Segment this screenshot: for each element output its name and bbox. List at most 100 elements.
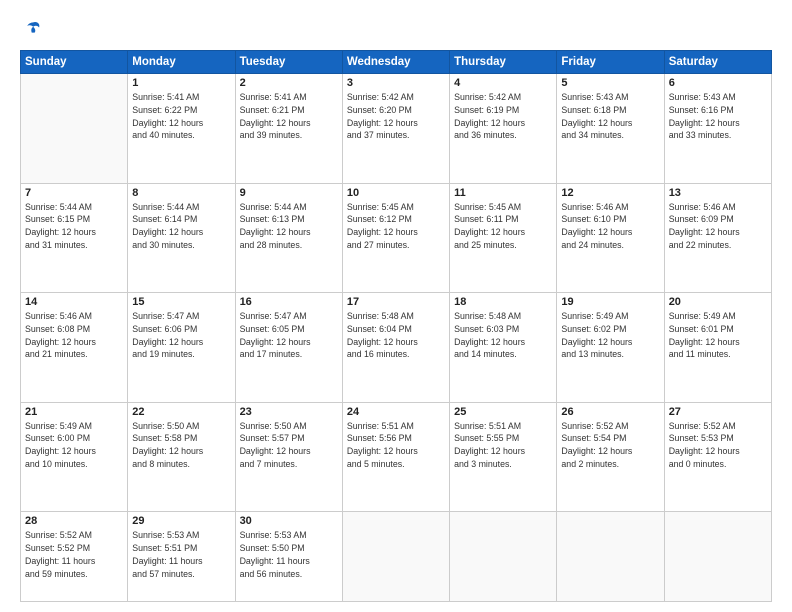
day-number: 13 (669, 187, 767, 199)
calendar-cell: 27 Sunrise: 5:52 AMSunset: 5:53 PMDayligh… (664, 402, 771, 512)
calendar-cell: 4Sunrise: 5:42 AMSunset: 6:19 PMDaylight… (450, 74, 557, 184)
calendar-cell: 14 Sunrise: 5:46 AMSunset: 6:08 PMDayligh… (21, 293, 128, 403)
day-info: Sunrise: 5:52 AMSunset: 5:53 PMDaylight:… (669, 420, 767, 471)
day-info: Sunrise: 5:50 AMSunset: 5:57 PMDaylight:… (240, 420, 338, 471)
day-number: 29 (132, 515, 230, 527)
calendar-cell: 22 Sunrise: 5:50 AMSunset: 5:58 PMDayligh… (128, 402, 235, 512)
day-info: Sunrise: 5:46 AMSunset: 6:08 PMDaylight:… (25, 310, 123, 361)
calendar-cell: 10Sunrise: 5:45 AMSunset: 6:12 PMDayligh… (342, 183, 449, 293)
weekday-header-row: SundayMondayTuesdayWednesdayThursdayFrid… (21, 51, 772, 74)
calendar-cell (342, 512, 449, 602)
day-info: Sunrise: 5:46 AMSunset: 6:10 PMDaylight:… (561, 201, 659, 252)
calendar-cell: 21Sunrise: 5:49 AMSunset: 6:00 PMDayligh… (21, 402, 128, 512)
calendar-cell: 12 Sunrise: 5:46 AMSunset: 6:10 PMDayligh… (557, 183, 664, 293)
calendar-cell: 8 Sunrise: 5:44 AMSunset: 6:14 PMDaylight… (128, 183, 235, 293)
week-row-5: 28 Sunrise: 5:52 AMSunset: 5:52 PMDayligh… (21, 512, 772, 602)
calendar-cell: 29 Sunrise: 5:53 AMSunset: 5:51 PMDayligh… (128, 512, 235, 602)
weekday-header-thursday: Thursday (450, 51, 557, 74)
day-number: 6 (669, 77, 767, 89)
day-number: 30 (240, 515, 338, 527)
calendar-cell: 19Sunrise: 5:49 AMSunset: 6:02 PMDayligh… (557, 293, 664, 403)
calendar-cell: 5 Sunrise: 5:43 AMSunset: 6:18 PMDaylight… (557, 74, 664, 184)
calendar-cell: 3 Sunrise: 5:42 AMSunset: 6:20 PMDaylight… (342, 74, 449, 184)
day-info: Sunrise: 5:44 AMSunset: 6:13 PMDaylight:… (240, 201, 338, 252)
week-row-3: 14 Sunrise: 5:46 AMSunset: 6:08 PMDayligh… (21, 293, 772, 403)
day-info: Sunrise: 5:44 AMSunset: 6:15 PMDaylight:… (25, 201, 123, 252)
calendar-cell: 23 Sunrise: 5:50 AMSunset: 5:57 PMDayligh… (235, 402, 342, 512)
day-info: Sunrise: 5:53 AMSunset: 5:50 PMDaylight:… (240, 529, 338, 580)
day-number: 12 (561, 187, 659, 199)
day-number: 20 (669, 296, 767, 308)
calendar-cell: 6 Sunrise: 5:43 AMSunset: 6:16 PMDaylight… (664, 74, 771, 184)
calendar-cell: 28 Sunrise: 5:52 AMSunset: 5:52 PMDayligh… (21, 512, 128, 602)
week-row-4: 21Sunrise: 5:49 AMSunset: 6:00 PMDayligh… (21, 402, 772, 512)
calendar-cell: 7 Sunrise: 5:44 AMSunset: 6:15 PMDaylight… (21, 183, 128, 293)
day-info: Sunrise: 5:49 AMSunset: 6:02 PMDaylight:… (561, 310, 659, 361)
page: SundayMondayTuesdayWednesdayThursdayFrid… (0, 0, 792, 612)
calendar-cell (557, 512, 664, 602)
day-number: 27 (669, 406, 767, 418)
day-number: 21 (25, 406, 123, 418)
calendar-cell: 15 Sunrise: 5:47 AMSunset: 6:06 PMDayligh… (128, 293, 235, 403)
calendar-cell: 11Sunrise: 5:45 AMSunset: 6:11 PMDayligh… (450, 183, 557, 293)
calendar-cell: 25 Sunrise: 5:51 AMSunset: 5:55 PMDayligh… (450, 402, 557, 512)
day-number: 28 (25, 515, 123, 527)
day-number: 1 (132, 77, 230, 89)
day-number: 9 (240, 187, 338, 199)
day-number: 5 (561, 77, 659, 89)
calendar-cell: 1 Sunrise: 5:41 AMSunset: 6:22 PMDaylight… (128, 74, 235, 184)
calendar-cell (21, 74, 128, 184)
day-info: Sunrise: 5:48 AMSunset: 6:03 PMDaylight:… (454, 310, 552, 361)
day-number: 22 (132, 406, 230, 418)
day-number: 23 (240, 406, 338, 418)
day-number: 4 (454, 77, 552, 89)
calendar-cell (450, 512, 557, 602)
day-info: Sunrise: 5:51 AMSunset: 5:55 PMDaylight:… (454, 420, 552, 471)
day-info: Sunrise: 5:44 AMSunset: 6:14 PMDaylight:… (132, 201, 230, 252)
day-info: Sunrise: 5:50 AMSunset: 5:58 PMDaylight:… (132, 420, 230, 471)
calendar-cell: 13 Sunrise: 5:46 AMSunset: 6:09 PMDayligh… (664, 183, 771, 293)
header (20, 18, 772, 40)
day-number: 14 (25, 296, 123, 308)
day-info: Sunrise: 5:42 AMSunset: 6:20 PMDaylight:… (347, 91, 445, 142)
day-number: 25 (454, 406, 552, 418)
day-info: Sunrise: 5:47 AMSunset: 6:06 PMDaylight:… (132, 310, 230, 361)
day-info: Sunrise: 5:52 AMSunset: 5:54 PMDaylight:… (561, 420, 659, 471)
weekday-header-wednesday: Wednesday (342, 51, 449, 74)
day-number: 24 (347, 406, 445, 418)
week-row-2: 7 Sunrise: 5:44 AMSunset: 6:15 PMDaylight… (21, 183, 772, 293)
day-number: 11 (454, 187, 552, 199)
weekday-header-sunday: Sunday (21, 51, 128, 74)
calendar-cell: 16 Sunrise: 5:47 AMSunset: 6:05 PMDayligh… (235, 293, 342, 403)
day-number: 7 (25, 187, 123, 199)
day-info: Sunrise: 5:52 AMSunset: 5:52 PMDaylight:… (25, 529, 123, 580)
weekday-header-friday: Friday (557, 51, 664, 74)
day-info: Sunrise: 5:45 AMSunset: 6:12 PMDaylight:… (347, 201, 445, 252)
day-info: Sunrise: 5:43 AMSunset: 6:18 PMDaylight:… (561, 91, 659, 142)
calendar-cell: 9 Sunrise: 5:44 AMSunset: 6:13 PMDaylight… (235, 183, 342, 293)
calendar-cell: 17Sunrise: 5:48 AMSunset: 6:04 PMDayligh… (342, 293, 449, 403)
day-number: 8 (132, 187, 230, 199)
day-number: 15 (132, 296, 230, 308)
day-info: Sunrise: 5:41 AMSunset: 6:21 PMDaylight:… (240, 91, 338, 142)
day-info: Sunrise: 5:47 AMSunset: 6:05 PMDaylight:… (240, 310, 338, 361)
calendar-cell: 20 Sunrise: 5:49 AMSunset: 6:01 PMDayligh… (664, 293, 771, 403)
weekday-header-tuesday: Tuesday (235, 51, 342, 74)
day-info: Sunrise: 5:51 AMSunset: 5:56 PMDaylight:… (347, 420, 445, 471)
logo (20, 18, 46, 40)
day-info: Sunrise: 5:53 AMSunset: 5:51 PMDaylight:… (132, 529, 230, 580)
day-number: 18 (454, 296, 552, 308)
logo-icon (20, 18, 42, 40)
calendar-cell: 24 Sunrise: 5:51 AMSunset: 5:56 PMDayligh… (342, 402, 449, 512)
calendar-cell: 26Sunrise: 5:52 AMSunset: 5:54 PMDayligh… (557, 402, 664, 512)
day-number: 17 (347, 296, 445, 308)
day-number: 16 (240, 296, 338, 308)
day-number: 3 (347, 77, 445, 89)
day-info: Sunrise: 5:43 AMSunset: 6:16 PMDaylight:… (669, 91, 767, 142)
weekday-header-monday: Monday (128, 51, 235, 74)
day-info: Sunrise: 5:46 AMSunset: 6:09 PMDaylight:… (669, 201, 767, 252)
day-info: Sunrise: 5:49 AMSunset: 6:01 PMDaylight:… (669, 310, 767, 361)
calendar-cell: 30 Sunrise: 5:53 AMSunset: 5:50 PMDayligh… (235, 512, 342, 602)
day-info: Sunrise: 5:41 AMSunset: 6:22 PMDaylight:… (132, 91, 230, 142)
weekday-header-saturday: Saturday (664, 51, 771, 74)
